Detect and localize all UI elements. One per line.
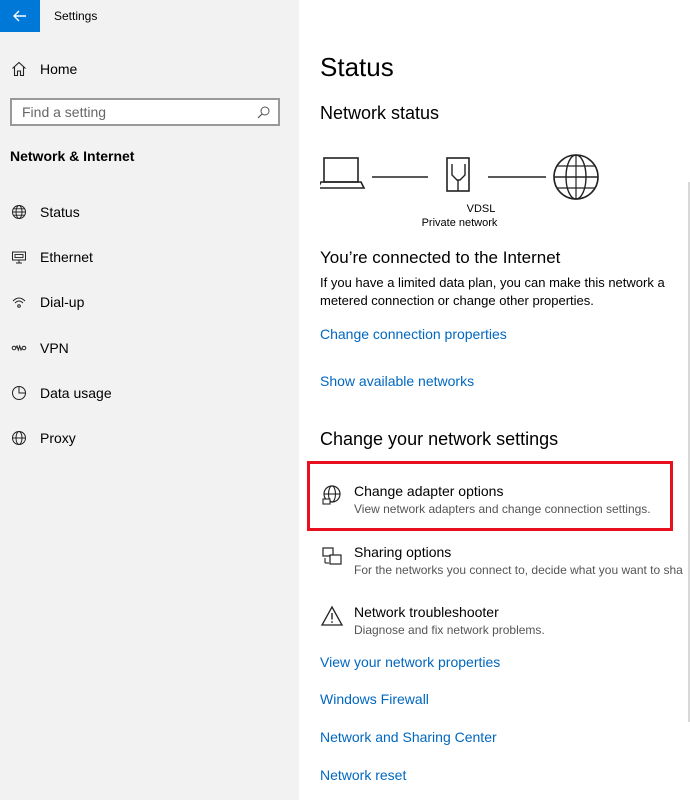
home-label: Home [40, 61, 78, 77]
change-settings-heading: Change your network settings [320, 429, 559, 449]
search-icon[interactable] [257, 106, 270, 119]
sidebar-item-label: Dial-up [40, 294, 85, 310]
network-sharing-center-link[interactable]: Network and Sharing Center [320, 729, 497, 745]
app-title: Settings [54, 9, 98, 23]
show-available-networks-link[interactable]: Show available networks [320, 373, 474, 389]
adapter-name-label: VDSL [466, 203, 496, 215]
data-usage-icon [10, 384, 28, 402]
warning-icon [320, 605, 344, 629]
option-title: Change adapter options [354, 483, 504, 499]
network-type-label: Private network [421, 217, 498, 229]
sharing-options[interactable]: Sharing options For the networks you con… [320, 543, 690, 577]
sidebar-item-status[interactable]: Status [10, 200, 80, 224]
main-content: Status Network status VDSL Private netwo… [299, 0, 690, 800]
change-adapter-options[interactable]: Change adapter options View network adap… [320, 482, 690, 516]
section-title: Network & Internet [10, 148, 135, 164]
adapter-globe-icon [320, 484, 344, 508]
vpn-icon [10, 339, 28, 357]
sidebar-item-data-usage[interactable]: Data usage [10, 381, 112, 405]
connected-heading: You’re connected to the Internet [320, 248, 561, 267]
connected-desc-line: metered connection or change other prope… [320, 293, 594, 308]
change-connection-properties-link[interactable]: Change connection properties [320, 326, 507, 342]
search-input[interactable] [22, 104, 242, 120]
dialup-icon [10, 293, 28, 311]
ethernet-icon [10, 248, 28, 266]
sidebar-item-label: VPN [40, 340, 69, 356]
home-icon [10, 60, 28, 78]
sidebar-item-vpn[interactable]: VPN [10, 336, 69, 360]
sidebar-item-ethernet[interactable]: Ethernet [10, 245, 93, 269]
sidebar-item-label: Ethernet [40, 249, 93, 265]
option-title: Network troubleshooter [354, 604, 499, 620]
sidebar-item-label: Status [40, 204, 80, 220]
option-description: Diagnose and fix network problems. [354, 623, 545, 637]
option-description: View network adapters and change connect… [354, 502, 651, 516]
laptop-icon [320, 157, 366, 189]
sharing-icon [320, 545, 344, 569]
network-troubleshooter[interactable]: Network troubleshooter Diagnose and fix … [320, 603, 690, 637]
sidebar-item-proxy[interactable]: Proxy [10, 426, 76, 450]
page-title: Status [320, 52, 394, 82]
back-arrow-icon [13, 10, 26, 22]
globe-icon [10, 203, 28, 221]
back-button[interactable] [0, 0, 40, 32]
sidebar-item-label: Proxy [40, 430, 76, 446]
windows-firewall-link[interactable]: Windows Firewall [320, 691, 429, 707]
network-reset-link[interactable]: Network reset [320, 767, 406, 783]
connected-desc-line: If you have a limited data plan, you can… [320, 275, 665, 290]
view-network-properties-link[interactable]: View your network properties [320, 654, 500, 670]
internet-globe-icon [553, 154, 599, 200]
sidebar-item-label: Data usage [40, 385, 112, 401]
search-box[interactable] [10, 98, 280, 126]
network-status-heading: Network status [320, 103, 440, 123]
sidebar-item-dialup[interactable]: Dial-up [10, 290, 84, 314]
modem-icon [446, 157, 470, 192]
connected-description: If you have a limited data plan, you can… [320, 274, 690, 310]
home-nav-item[interactable]: Home [10, 58, 77, 80]
option-title: Sharing options [354, 544, 452, 560]
option-description: For the networks you connect to, decide … [354, 563, 683, 577]
sidebar: Settings Home Network & Internet Status [0, 0, 299, 800]
globe-icon [10, 429, 28, 447]
